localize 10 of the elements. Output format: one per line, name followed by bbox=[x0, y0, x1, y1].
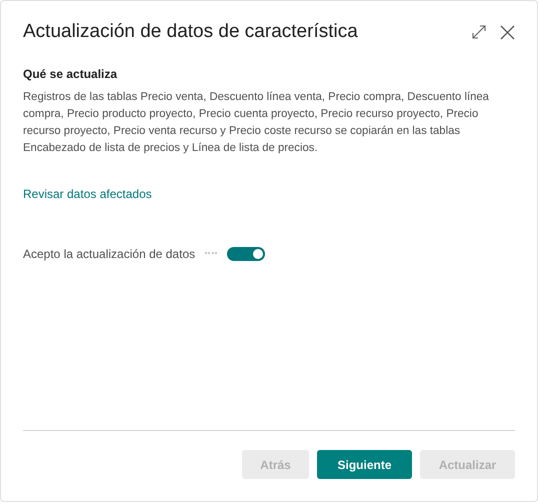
expand-icon[interactable] bbox=[472, 25, 486, 39]
dialog-title: Actualización de datos de característica bbox=[23, 21, 358, 43]
dotted-leader bbox=[205, 252, 218, 256]
toggle-label: Acepto la actualización de datos bbox=[23, 247, 196, 261]
toggle-switch[interactable] bbox=[227, 247, 266, 261]
section-heading: Qué se actualiza bbox=[23, 67, 118, 81]
footer-button[interactable]: Siguiente bbox=[317, 450, 412, 479]
description-text: Registros de las tablas Precio venta, Descuento línea venta, Precio compra, Descuento línea compra, Precio producto proyecto, Precio cuenta proyecto, Precio recurso proyecto, Precio recurso proyecto, Precio venta recurso y Precio coste recurso se copiarán en las tablas Encabezado de lista de precios y Línea de lista de precios. bbox=[23, 90, 490, 156]
review-link[interactable]: Revisar datos afectados bbox=[23, 187, 152, 201]
close-icon[interactable] bbox=[500, 24, 515, 40]
